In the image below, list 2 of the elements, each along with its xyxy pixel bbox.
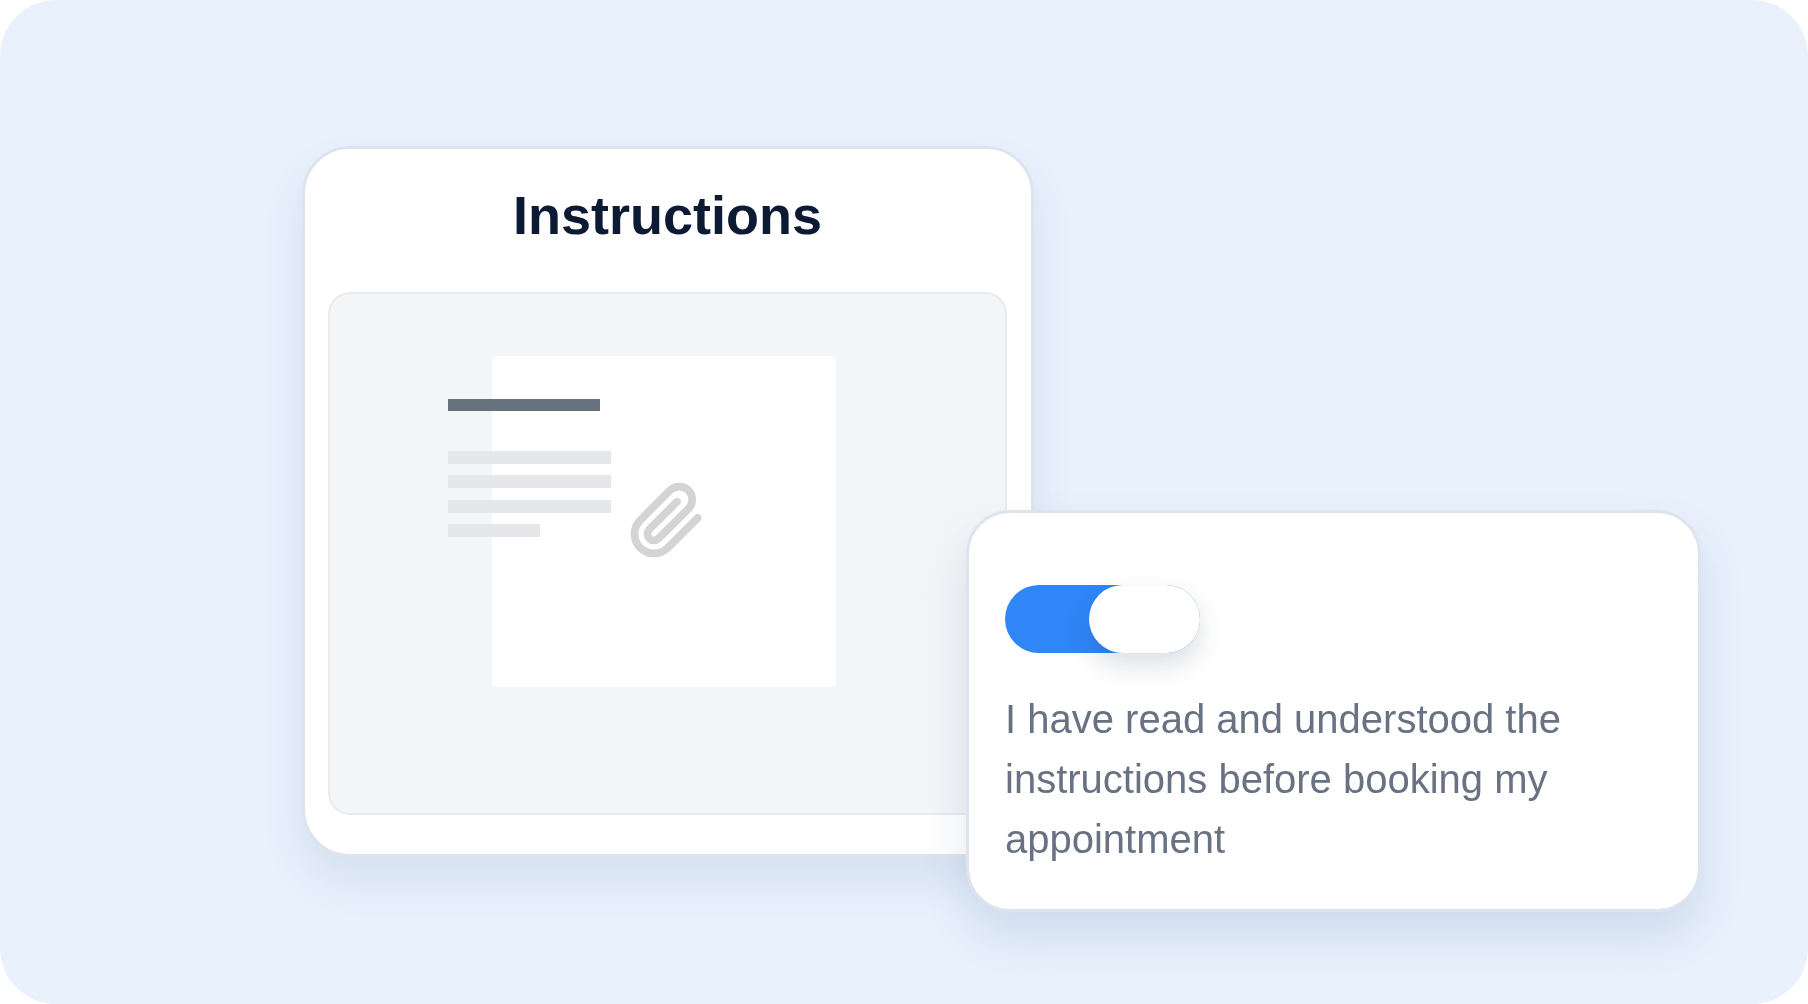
card-title: Instructions	[512, 184, 823, 247]
consent-text: I have read and understood the instructions before booking my appointment	[1005, 696, 1562, 863]
